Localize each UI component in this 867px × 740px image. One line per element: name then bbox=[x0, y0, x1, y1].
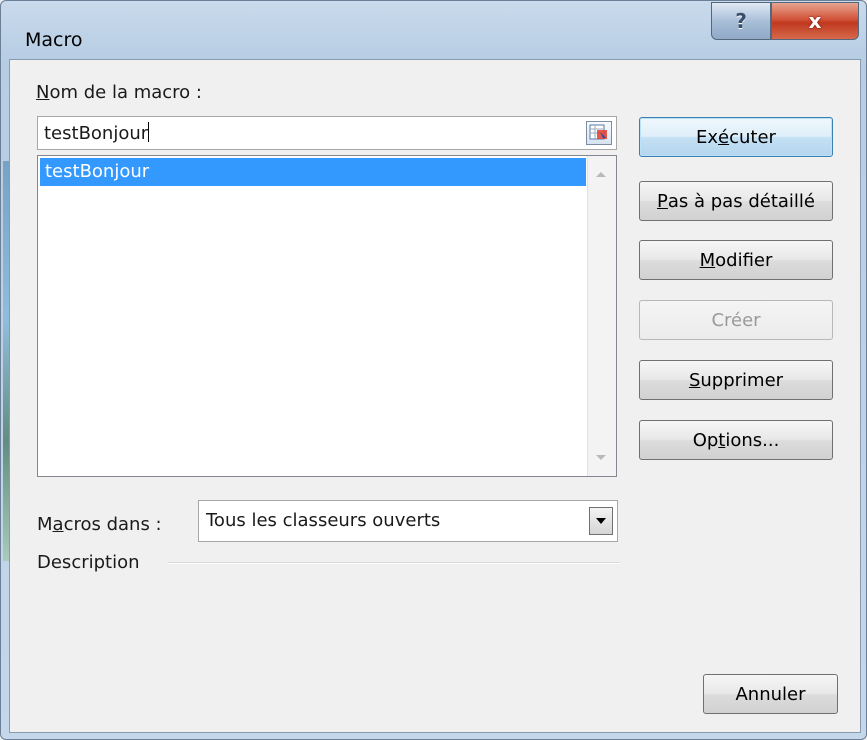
scroll-down-arrow-icon[interactable] bbox=[596, 455, 606, 460]
scroll-up-arrow-icon[interactable] bbox=[596, 172, 606, 177]
help-button[interactable]: ? bbox=[711, 2, 771, 40]
description-divider bbox=[168, 562, 620, 564]
run-button[interactable]: Ex é cuter bbox=[639, 117, 833, 157]
macro-name-input[interactable]: testBonjour bbox=[37, 116, 617, 150]
text-caret bbox=[148, 122, 150, 142]
macros-in-label: Macros dans : bbox=[37, 514, 162, 535]
edit-button[interactable]: Modifier bbox=[639, 240, 833, 280]
list-scrollbar[interactable] bbox=[587, 156, 616, 476]
macros-in-value: Tous les classeurs ouverts bbox=[206, 510, 441, 531]
macros-in-dropdown[interactable]: Tous les classeurs ouverts bbox=[198, 500, 618, 542]
cancel-button[interactable]: Annuler bbox=[703, 674, 838, 714]
dialog-body: Nom de la macro : testBonjour testBonjou… bbox=[9, 59, 861, 733]
macro-list[interactable]: testBonjour bbox=[37, 155, 617, 477]
macro-name-value: testBonjour bbox=[44, 123, 149, 144]
description-label: Description bbox=[37, 552, 140, 573]
macro-name-label: Nom de la macro : bbox=[36, 82, 202, 103]
options-button[interactable]: Op t ions... bbox=[639, 420, 833, 460]
help-icon: ? bbox=[735, 9, 747, 33]
create-button: Créer bbox=[639, 300, 833, 340]
delete-button[interactable]: Supprimer bbox=[639, 360, 833, 400]
close-icon: x bbox=[808, 9, 822, 33]
list-item[interactable]: testBonjour bbox=[40, 158, 586, 186]
range-select-icon[interactable] bbox=[586, 121, 612, 145]
chevron-down-icon[interactable] bbox=[589, 507, 613, 535]
step-into-button[interactable]: Pas à pas détaillé bbox=[639, 181, 833, 221]
window-title: Macro bbox=[25, 29, 83, 51]
close-button[interactable]: x bbox=[771, 2, 859, 40]
macro-dialog-window: Macro ? x Nom de la macro : testBonjour … bbox=[0, 0, 867, 740]
